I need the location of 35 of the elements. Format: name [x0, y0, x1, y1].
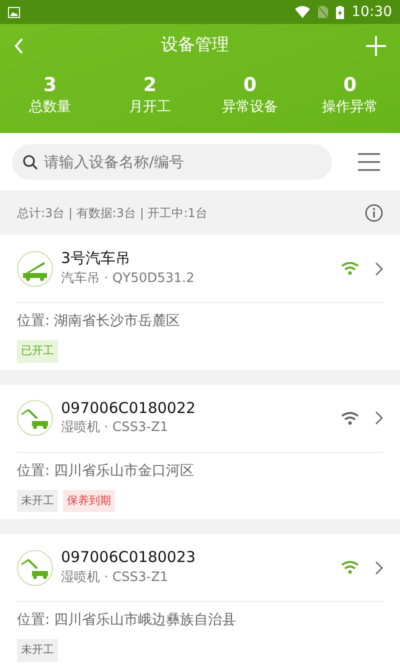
device-model: 湿喷机 · CSS3-Z1	[61, 568, 170, 586]
stat-label: 异常设备	[221, 98, 279, 117]
device-location: 位置: 四川省乐山市金口河区	[17, 462, 196, 480]
status-time: 10:30	[352, 2, 392, 22]
page-title: 设备管理	[161, 34, 229, 58]
stat-value: 3	[42, 74, 58, 97]
device-name: 097006C0180022	[61, 398, 197, 418]
stat-value: 2	[142, 74, 158, 97]
wifi-icon	[294, 6, 310, 18]
device-model: 湿喷机 · CSS3-Z1	[61, 419, 170, 437]
menu-icon[interactable]	[358, 152, 380, 170]
picture-icon	[8, 6, 20, 18]
status-tag: 保养到期	[63, 490, 115, 512]
battery-charging-icon	[336, 6, 344, 18]
device-name: 3号汽车吊	[61, 249, 132, 268]
stat-label: 总数量	[28, 98, 72, 117]
status-tag: 未开工	[17, 490, 58, 512]
status-tag: 已开工	[17, 340, 58, 362]
stat-label: 月开工	[128, 98, 172, 117]
stat-label: 操作异常	[321, 98, 379, 117]
chevron-right-icon[interactable]	[375, 560, 383, 574]
info-icon[interactable]	[365, 204, 383, 222]
stat-value: 0	[242, 74, 258, 97]
chevron-right-icon[interactable]	[375, 262, 383, 276]
search-icon	[23, 154, 38, 170]
stat-value: 0	[342, 74, 358, 97]
device-model: 汽车吊 · QY50D531.2	[61, 270, 196, 288]
device-location: 位置: 四川省乐山市峨边彝族自治县	[17, 611, 238, 630]
device-name: 097006C0180023	[61, 548, 197, 568]
search-field[interactable]: 请输入设备名称/编号	[12, 144, 332, 180]
no-sim-icon	[318, 6, 328, 18]
status-tag: 未开工	[17, 639, 58, 662]
summary-text: 总计:3台 | 有数据:3台 | 开工中:1台	[17, 204, 208, 222]
chevron-right-icon[interactable]	[375, 411, 383, 425]
device-location: 位置: 湖南省长沙市岳麓区	[17, 312, 182, 331]
